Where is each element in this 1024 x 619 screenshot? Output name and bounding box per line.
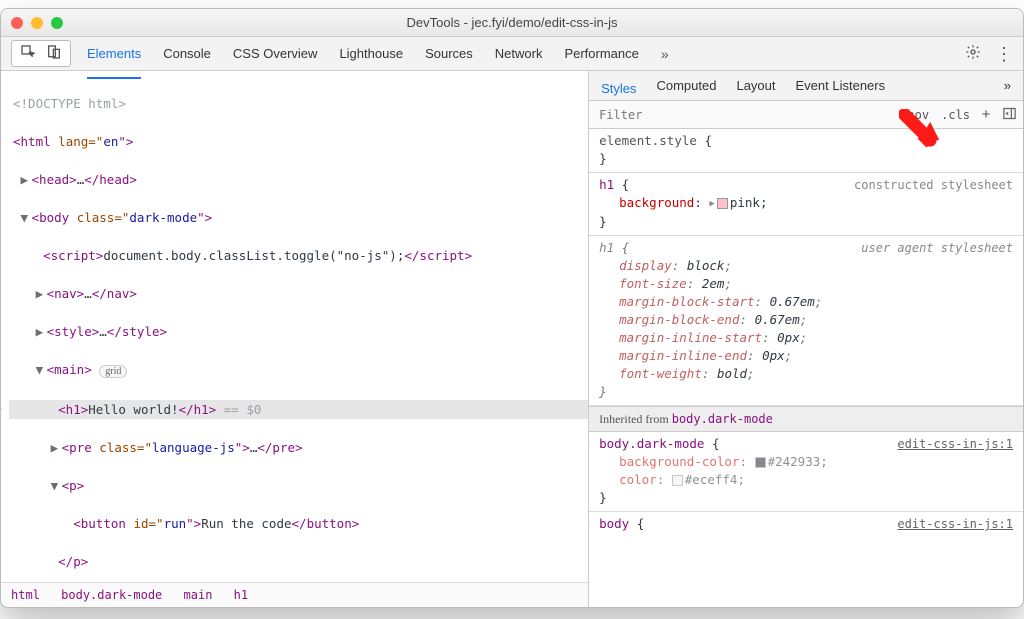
toolbar-right: ⋮ <box>965 44 1013 63</box>
tab-layout[interactable]: Layout <box>736 72 775 99</box>
rule-body-darkmode[interactable]: edit-css-in-js:1 body.dark-mode { backgr… <box>589 432 1023 512</box>
styles-panel: Styles Computed Layout Event Listeners »… <box>589 71 1023 607</box>
grid-badge[interactable]: grid <box>99 365 127 378</box>
crumb-main[interactable]: main <box>184 588 213 602</box>
styles-tabs: Styles Computed Layout Event Listeners » <box>589 71 1023 101</box>
rule-body[interactable]: edit-css-in-js:1 body { <box>589 512 1023 537</box>
hov-toggle[interactable]: :hov <box>894 108 935 122</box>
panel-body: <!DOCTYPE html> <html lang="en"> ▶<head>… <box>1 71 1023 607</box>
window-title: DevTools - jec.fyi/demo/edit-css-in-js <box>1 15 1023 30</box>
source-link[interactable]: constructed stylesheet <box>854 176 1013 194</box>
titlebar: DevTools - jec.fyi/demo/edit-css-in-js <box>1 9 1023 37</box>
doctype: <!DOCTYPE html> <box>13 96 126 111</box>
rule-element-style[interactable]: element.style { } <box>589 129 1023 173</box>
dom-tree[interactable]: <!DOCTYPE html> <html lang="en"> ▶<head>… <box>1 71 588 582</box>
new-rule-icon[interactable]: + <box>976 102 996 128</box>
selected-node[interactable]: <h1>Hello world!</h1> == $0 <box>9 400 588 419</box>
crumb-body[interactable]: body.dark-mode <box>61 588 162 602</box>
sidebar-toggle-icon[interactable] <box>996 106 1023 124</box>
styles-rules: element.style { } constructed stylesheet… <box>589 129 1023 607</box>
toolbar-inspect-group <box>11 40 71 67</box>
styles-tabs-overflow-icon[interactable]: » <box>1004 72 1011 99</box>
crumb-html[interactable]: html <box>11 588 40 602</box>
color-swatch-icon[interactable] <box>672 475 683 486</box>
panel-tabs: Elements Console CSS Overview Lighthouse… <box>87 38 949 70</box>
tab-css-overview[interactable]: CSS Overview <box>233 38 318 70</box>
device-toggle-icon[interactable] <box>46 44 62 63</box>
tab-console[interactable]: Console <box>163 38 211 70</box>
crumb-h1[interactable]: h1 <box>234 588 248 602</box>
collapse-arrow-icon[interactable]: ▼ <box>21 208 32 227</box>
color-swatch-icon[interactable] <box>755 457 766 468</box>
inherited-from-bar: Inherited from body.dark-mode <box>589 406 1023 432</box>
tab-styles[interactable]: Styles <box>601 75 636 104</box>
source-link[interactable]: edit-css-in-js:1 <box>897 515 1013 533</box>
elements-panel: <!DOCTYPE html> <html lang="en"> ▶<head>… <box>1 71 589 607</box>
rule-h1-useragent[interactable]: user agent stylesheet h1 { display: bloc… <box>589 236 1023 406</box>
source-link[interactable]: edit-css-in-js:1 <box>897 435 1013 453</box>
main-toolbar: Elements Console CSS Overview Lighthouse… <box>1 37 1023 71</box>
tab-event-listeners[interactable]: Event Listeners <box>796 72 886 99</box>
kebab-menu-icon[interactable]: ⋮ <box>995 49 1013 59</box>
styles-filter-bar: :hov .cls + <box>589 101 1023 129</box>
cls-toggle[interactable]: .cls <box>935 108 976 122</box>
expand-shorthand-icon[interactable]: ▶ <box>709 195 714 213</box>
tab-network[interactable]: Network <box>495 38 543 70</box>
styles-filter-input[interactable] <box>589 108 894 122</box>
tab-performance[interactable]: Performance <box>564 38 638 70</box>
color-swatch-icon[interactable] <box>717 198 728 209</box>
tab-sources[interactable]: Sources <box>425 38 473 70</box>
gear-icon[interactable] <box>965 44 981 63</box>
tab-computed[interactable]: Computed <box>656 72 716 99</box>
tabs-overflow-icon[interactable]: » <box>661 38 669 70</box>
tab-lighthouse[interactable]: Lighthouse <box>339 38 403 70</box>
breadcrumb: html body.dark-mode main h1 <box>1 582 588 607</box>
expand-arrow-icon[interactable]: ▶ <box>21 170 32 189</box>
inspect-element-icon[interactable] <box>20 44 36 63</box>
devtools-window: DevTools - jec.fyi/demo/edit-css-in-js E… <box>0 8 1024 608</box>
rule-h1-constructed[interactable]: constructed stylesheet h1 { background: … <box>589 173 1023 236</box>
